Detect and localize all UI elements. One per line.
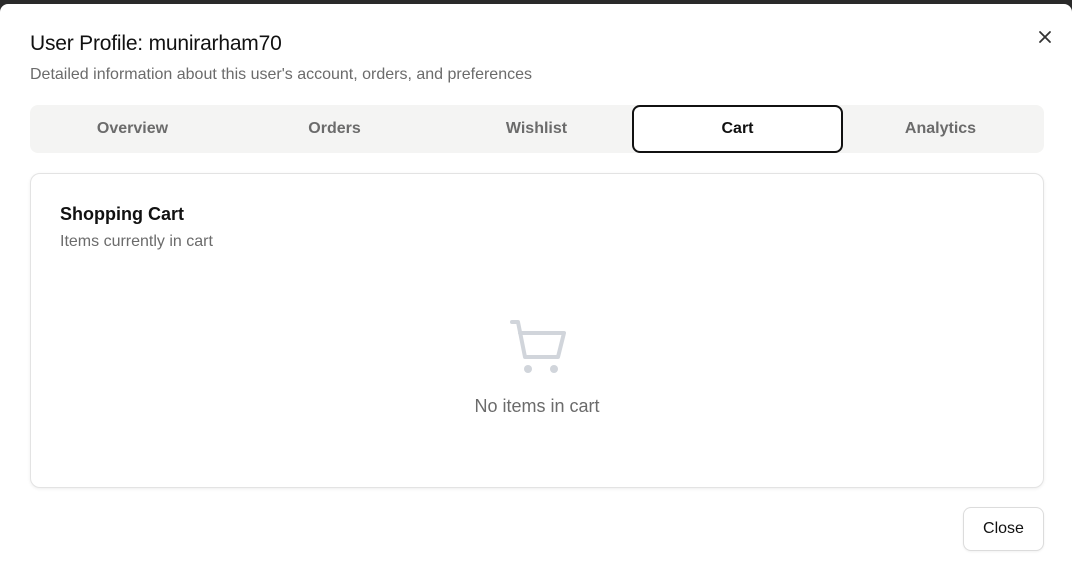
tab-list: Overview Orders Wishlist Cart Analytics — [30, 105, 1044, 153]
close-button[interactable]: Close — [963, 507, 1044, 551]
tab-orders[interactable]: Orders — [234, 105, 435, 153]
tab-analytics[interactable]: Analytics — [840, 105, 1041, 153]
dialog-subtitle: Detailed information about this user's a… — [30, 66, 532, 83]
user-profile-dialog: User Profile: munirarham70 Detailed info… — [0, 4, 1072, 576]
empty-cart-message: No items in cart — [474, 396, 600, 416]
tab-cart[interactable]: Cart — [632, 105, 843, 153]
shopping-cart-icon — [509, 319, 567, 377]
tab-wishlist[interactable]: Wishlist — [436, 105, 637, 153]
close-icon[interactable] — [1033, 25, 1057, 49]
shopping-cart-card: Shopping Cart Items currently in cart No… — [30, 173, 1044, 488]
dialog-title: User Profile: munirarham70 — [30, 32, 282, 55]
card-subtitle: Items currently in cart — [60, 233, 213, 250]
card-title: Shopping Cart — [60, 204, 184, 224]
tab-overview[interactable]: Overview — [32, 105, 233, 153]
